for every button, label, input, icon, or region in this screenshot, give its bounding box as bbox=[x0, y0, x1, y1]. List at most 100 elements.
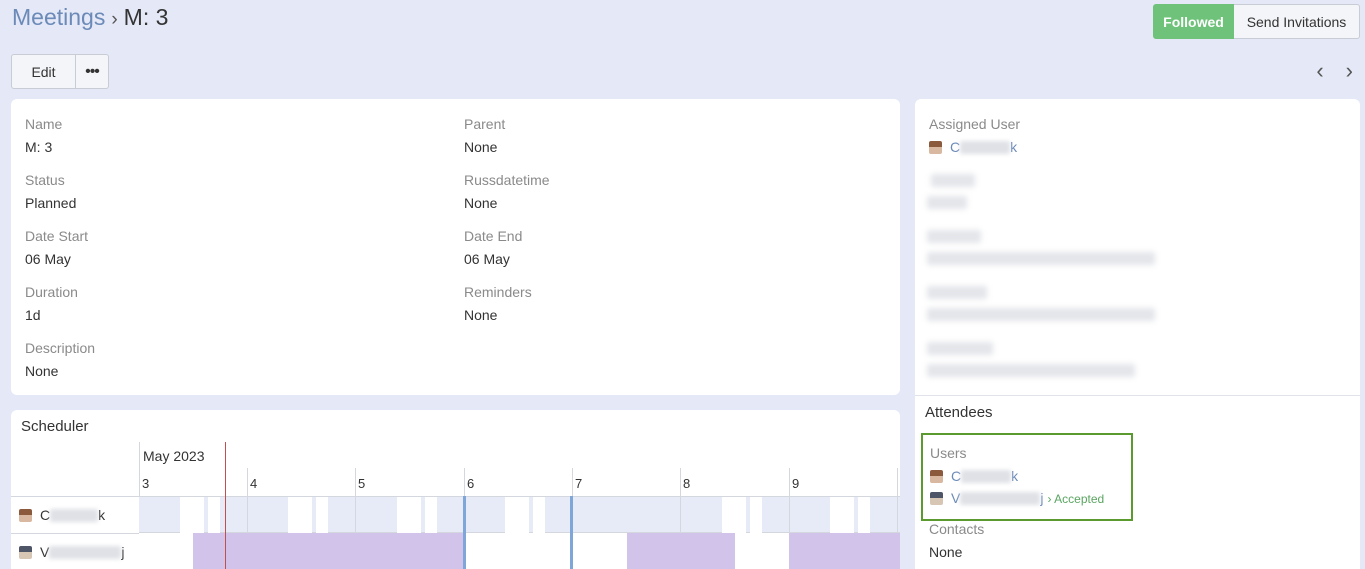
attendee-name-start[interactable]: V bbox=[951, 490, 960, 506]
free-slot bbox=[425, 497, 437, 533]
field-label: Assigned User bbox=[929, 116, 1021, 132]
day-label: 7 bbox=[575, 476, 583, 491]
more-actions-button[interactable]: ••• bbox=[76, 54, 109, 89]
attendee-name-start[interactable]: C bbox=[951, 468, 961, 484]
avatar bbox=[930, 470, 943, 483]
field-reminders: Reminders None bbox=[464, 284, 864, 323]
divider bbox=[247, 496, 248, 533]
previous-record-icon[interactable]: ‹ bbox=[1316, 60, 1323, 82]
day-tick bbox=[897, 468, 898, 496]
day-tick bbox=[680, 468, 681, 496]
redacted-value bbox=[927, 364, 1135, 377]
busy-block bbox=[627, 533, 735, 569]
row-name-start: C bbox=[40, 507, 51, 523]
redacted-label bbox=[927, 286, 987, 299]
avatar bbox=[930, 492, 943, 505]
scheduler-panel: Scheduler Ck Vj May 2023 3 4 5 6 7 8 9 bbox=[11, 410, 900, 569]
redacted-value bbox=[927, 252, 1155, 265]
attendees-users-highlight: Users Ck Vj › Accepted bbox=[921, 433, 1133, 521]
field-label: Date End bbox=[464, 228, 523, 244]
edit-button[interactable]: Edit bbox=[11, 54, 76, 89]
current-time-indicator bbox=[225, 442, 226, 569]
field-value: None bbox=[929, 544, 963, 560]
redacted-value bbox=[927, 196, 967, 209]
attendee-name-end[interactable]: k bbox=[1011, 468, 1018, 484]
field-assigned-user: Assigned User Ck bbox=[929, 116, 1229, 155]
field-label: Status bbox=[25, 172, 65, 188]
day-tick bbox=[572, 468, 573, 496]
event-range-start bbox=[463, 496, 466, 569]
assigned-user-name-start[interactable]: C bbox=[950, 139, 960, 155]
field-date-end: Date End 06 May bbox=[464, 228, 864, 267]
divider bbox=[789, 496, 790, 533]
free-slot bbox=[180, 497, 204, 533]
field-value: None bbox=[464, 195, 498, 211]
day-tick bbox=[247, 468, 248, 496]
scheduler-row-label-2: Vj bbox=[19, 544, 124, 560]
next-record-icon[interactable]: › bbox=[1346, 60, 1353, 82]
day-tick bbox=[139, 468, 140, 496]
row-name-end: j bbox=[121, 544, 125, 560]
free-slot bbox=[505, 497, 529, 533]
day-label: 9 bbox=[792, 476, 800, 491]
scheduler-month: May 2023 bbox=[143, 448, 205, 464]
field-parent: Parent None bbox=[464, 116, 864, 155]
field-description: Description None bbox=[25, 340, 425, 379]
divider bbox=[11, 496, 139, 497]
redacted-text bbox=[960, 492, 1041, 505]
assigned-user-name-end[interactable]: k bbox=[1010, 139, 1017, 155]
breadcrumb-meetings-link[interactable]: Meetings bbox=[12, 4, 105, 30]
field-value: 1d bbox=[25, 307, 41, 323]
breadcrumb-separator: › bbox=[111, 9, 118, 30]
side-panel: Assigned User Ck Attendees Users Ck Vj › … bbox=[915, 99, 1360, 569]
scheduler-title: Scheduler bbox=[21, 418, 89, 435]
field-value: M: 3 bbox=[25, 139, 53, 155]
row-name-start: V bbox=[40, 544, 50, 560]
redacted-label bbox=[931, 174, 975, 187]
field-value: 06 May bbox=[464, 251, 510, 267]
breadcrumb: Meetings › M: 3 bbox=[12, 3, 168, 34]
free-slot bbox=[208, 497, 220, 533]
followed-button[interactable]: Followed bbox=[1153, 4, 1234, 39]
day-label: 8 bbox=[683, 476, 691, 491]
field-label: Reminders bbox=[464, 284, 532, 300]
free-slot bbox=[533, 497, 545, 533]
field-duration: Duration 1d bbox=[25, 284, 425, 323]
redacted-label bbox=[927, 342, 993, 355]
scheduler-timeline[interactable]: May 2023 3 4 5 6 7 8 9 bbox=[139, 442, 900, 569]
free-slot bbox=[750, 497, 762, 533]
day-label: 5 bbox=[358, 476, 366, 491]
attendee-user-2[interactable]: Vj › Accepted bbox=[930, 490, 1104, 506]
field-label: Parent bbox=[464, 116, 506, 132]
redacted-label bbox=[927, 230, 981, 243]
attendee-name-end[interactable]: j bbox=[1040, 490, 1043, 506]
day-label: 3 bbox=[142, 476, 150, 491]
field-status: Status Planned bbox=[25, 172, 425, 211]
avatar bbox=[929, 141, 942, 154]
free-slot bbox=[722, 497, 746, 533]
attendee-user-1[interactable]: Ck bbox=[930, 468, 1018, 484]
redacted-text bbox=[49, 546, 122, 559]
divider bbox=[915, 395, 1360, 396]
redacted-text bbox=[960, 141, 1011, 154]
free-slot bbox=[830, 497, 854, 533]
users-label: Users bbox=[930, 445, 967, 461]
assigned-user-link[interactable]: Ck bbox=[929, 139, 1229, 155]
field-date-start: Date Start 06 May bbox=[25, 228, 425, 267]
field-contacts: Contacts None bbox=[929, 521, 1129, 560]
field-value: None bbox=[464, 139, 498, 155]
send-invitations-button[interactable]: Send Invitations bbox=[1234, 4, 1360, 39]
divider bbox=[355, 496, 356, 533]
redacted-text bbox=[961, 470, 1012, 483]
attendance-status: › Accepted bbox=[1047, 492, 1105, 506]
free-slot bbox=[397, 497, 421, 533]
free-slot bbox=[858, 497, 870, 533]
scheduler-row-2 bbox=[139, 533, 900, 569]
field-russdatetime: Russdatetime None bbox=[464, 172, 864, 211]
field-label: Contacts bbox=[929, 521, 985, 537]
day-label: 6 bbox=[467, 476, 475, 491]
details-panel: Name M: 3 Parent None Status Planned Rus… bbox=[11, 99, 900, 395]
event-range-end bbox=[570, 496, 573, 569]
field-name: Name M: 3 bbox=[25, 116, 425, 155]
page-title: M: 3 bbox=[123, 4, 169, 30]
